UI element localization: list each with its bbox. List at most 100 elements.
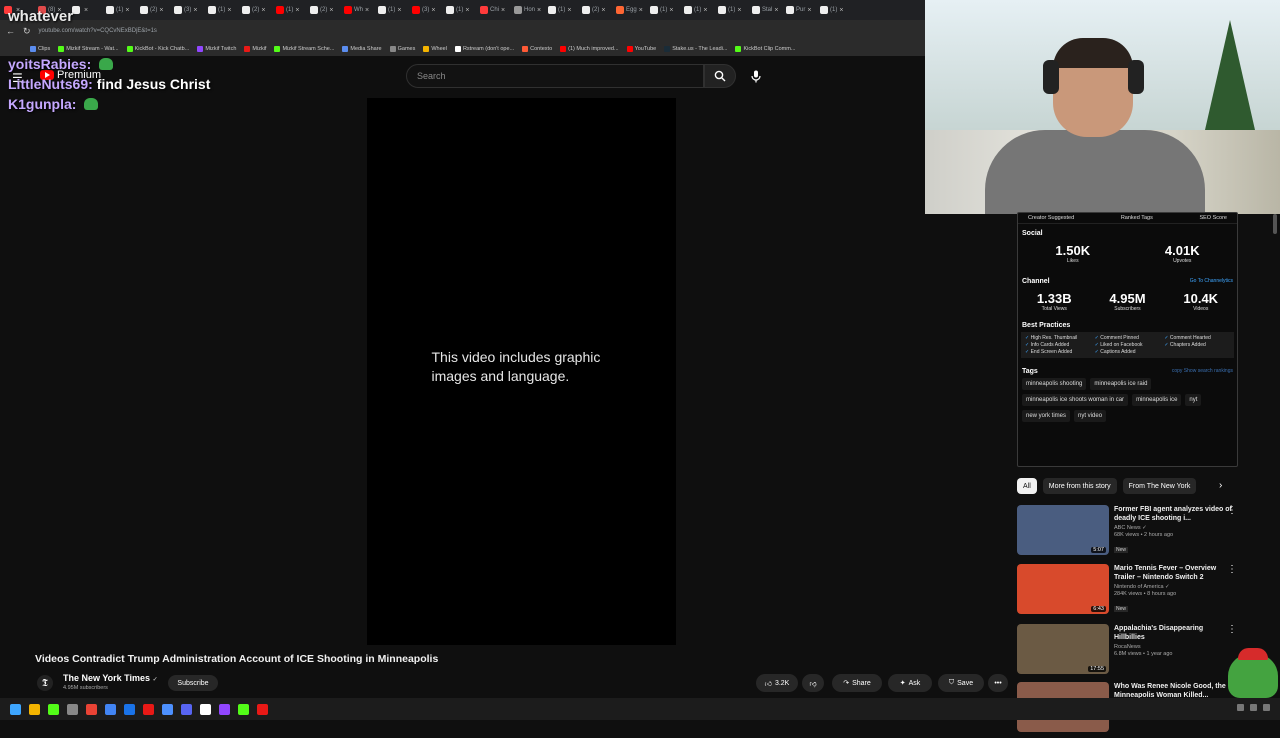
channel-name[interactable]: The New York Times ✓	[63, 673, 158, 683]
video-thumbnail[interactable]: 5:07	[1017, 505, 1109, 555]
browser-tab[interactable]: (2) ×	[310, 3, 340, 17]
bookmark-item[interactable]: YouTube	[626, 46, 656, 52]
bookmark-item[interactable]: Stake.us - The Leadi...	[664, 46, 727, 52]
tag-chip[interactable]: nyt video	[1074, 410, 1107, 422]
tag-chip[interactable]: minneapolis shooting	[1022, 378, 1087, 390]
more-actions-button[interactable]: •••	[988, 674, 1008, 692]
browser-tab[interactable]: (2) ×	[242, 3, 272, 17]
browser-tab[interactable]: (2) ×	[582, 3, 612, 17]
taskbar-app-icon[interactable]	[29, 703, 40, 715]
browser-tab[interactable]: Egg ×	[616, 3, 646, 17]
back-icon[interactable]: ←	[6, 26, 15, 36]
bookmark-item[interactable]: Wheel	[423, 46, 447, 52]
taskbar-app-icon[interactable]	[238, 703, 249, 715]
voice-search-button[interactable]	[744, 64, 768, 88]
tab-close-icon[interactable]: ×	[295, 7, 299, 14]
tab-close-icon[interactable]: ×	[159, 7, 163, 14]
like-button[interactable]: 👍︎ 3.2K	[756, 674, 798, 692]
taskbar-app-icon[interactable]	[143, 703, 154, 715]
tag-chip[interactable]: nyt	[1185, 394, 1202, 406]
tag-chip[interactable]: new york times	[1022, 410, 1071, 422]
bookmark-item[interactable]: Games	[389, 46, 415, 52]
subscribe-button[interactable]: Subscribe	[168, 675, 218, 691]
tab-close-icon[interactable]: ×	[397, 7, 401, 14]
taskbar-app-icon[interactable]	[105, 703, 116, 715]
ask-button[interactable]: ✦ Ask	[888, 674, 932, 692]
tag-chip[interactable]: minneapolis ice shoots woman in car	[1022, 394, 1129, 406]
taskbar-app-icon[interactable]	[219, 703, 230, 715]
taskbar-app-icon[interactable]	[86, 703, 97, 715]
browser-tab[interactable]: (1) ×	[378, 3, 408, 17]
tab-close-icon[interactable]: ×	[537, 7, 541, 14]
search-button[interactable]	[704, 64, 736, 88]
network-icon[interactable]	[1237, 704, 1244, 711]
browser-tab[interactable]: (1) ×	[820, 3, 850, 17]
video-player[interactable]: This video includes graphic images and l…	[367, 98, 676, 645]
tab-close-icon[interactable]: ×	[774, 7, 778, 14]
browser-tab[interactable]: ×	[72, 3, 102, 17]
browser-tab[interactable]: Stal ×	[752, 3, 782, 17]
recommended-video[interactable]: 5:07 Former FBI agent analyzes video of d…	[1017, 505, 1239, 561]
browser-tab[interactable]: (2) ×	[140, 3, 170, 17]
browser-tab[interactable]: (1) ×	[276, 3, 306, 17]
tag-chip[interactable]: minneapolis ice	[1132, 394, 1182, 406]
bookmark-item[interactable]: Contexto	[522, 46, 552, 52]
bookmark-item[interactable]: Mizkif Stream Sche...	[274, 46, 334, 52]
browser-tab[interactable]: (1) ×	[548, 3, 578, 17]
browser-tab[interactable]: (1) ×	[684, 3, 714, 17]
sidebar-scrollbar[interactable]	[1273, 214, 1277, 234]
browser-tab[interactable]: Hon ×	[514, 3, 544, 17]
browser-tab[interactable]: (1) ×	[718, 3, 748, 17]
tab-close-icon[interactable]: ×	[839, 7, 843, 14]
bookmark-item[interactable]: KickBot - Kick Chatb...	[126, 46, 189, 52]
tab-close-icon[interactable]: ×	[501, 7, 505, 14]
dislike-button[interactable]: 👎︎	[802, 674, 824, 692]
bookmark-item[interactable]: Mizkif Stream - Wat...	[58, 46, 119, 52]
browser-tab[interactable]: (1) ×	[208, 3, 238, 17]
browser-tab[interactable]: Pur ×	[786, 3, 816, 17]
tab-close-icon[interactable]: ×	[431, 7, 435, 14]
channel-avatar[interactable]: 𝕿	[37, 675, 53, 691]
tab-seo-score[interactable]: SEO Score	[1199, 215, 1227, 221]
video-menu-icon[interactable]: ⋮	[1227, 505, 1237, 516]
bookmark-item[interactable]: Clips	[30, 46, 50, 52]
taskbar-app-icon[interactable]	[200, 703, 211, 715]
volume-icon[interactable]	[1250, 704, 1257, 711]
search-input[interactable]: Search	[406, 64, 704, 88]
browser-tab[interactable]: (1) ×	[446, 3, 476, 17]
url-field[interactable]: youtube.com/watch?v=CQCvNExBDjE&t=1s	[39, 28, 925, 34]
tab-close-icon[interactable]: ×	[737, 7, 741, 14]
taskbar-app-icon[interactable]	[48, 703, 59, 715]
save-button[interactable]: ⛉ Save	[938, 674, 984, 692]
tab-close-icon[interactable]: ×	[807, 7, 811, 14]
bookmark-item[interactable]: Mizkif	[244, 46, 266, 52]
browser-tab[interactable]: Wh ×	[344, 3, 374, 17]
taskbar-app-icon[interactable]	[181, 703, 192, 715]
filter-chip[interactable]: More from this story	[1042, 478, 1117, 494]
recommended-video[interactable]: 17:55 Appalachia's Disappearing Hillbilli…	[1017, 624, 1239, 680]
bookmark-item[interactable]: KickBot Clip Comm...	[735, 46, 795, 52]
tab-close-icon[interactable]: ×	[365, 7, 369, 14]
chips-next-icon[interactable]: ›	[1219, 480, 1222, 491]
reload-icon[interactable]: ↻	[23, 26, 31, 37]
tag-chip[interactable]: minneapolis ice raid	[1090, 378, 1152, 390]
browser-tab[interactable]: (3) ×	[412, 3, 442, 17]
share-button[interactable]: ↷ Share	[832, 674, 882, 692]
taskbar-app-icon[interactable]	[162, 703, 173, 715]
recommended-video[interactable]: 6:43 Mario Tennis Fever – Overview Traile…	[1017, 564, 1239, 620]
tab-close-icon[interactable]: ×	[465, 7, 469, 14]
video-menu-icon[interactable]: ⋮	[1227, 624, 1237, 635]
tab-close-icon[interactable]: ×	[601, 7, 605, 14]
filter-chip[interactable]: From The New York	[1122, 478, 1197, 494]
bookmark-item[interactable]: Mizkif Twitch	[197, 46, 236, 52]
battery-icon[interactable]	[1263, 704, 1270, 711]
bookmark-item[interactable]: (1) Much improved...	[560, 46, 619, 52]
tab-close-icon[interactable]: ×	[669, 7, 673, 14]
video-thumbnail[interactable]: 17:55	[1017, 624, 1109, 674]
taskbar-app-icon[interactable]	[257, 703, 268, 715]
video-menu-icon[interactable]: ⋮	[1227, 564, 1237, 575]
tab-creator-suggested[interactable]: Creator Suggested	[1028, 215, 1074, 221]
browser-tab[interactable]: (1) ×	[650, 3, 680, 17]
filter-chip[interactable]: All	[1017, 478, 1037, 494]
tab-close-icon[interactable]: ×	[329, 7, 333, 14]
